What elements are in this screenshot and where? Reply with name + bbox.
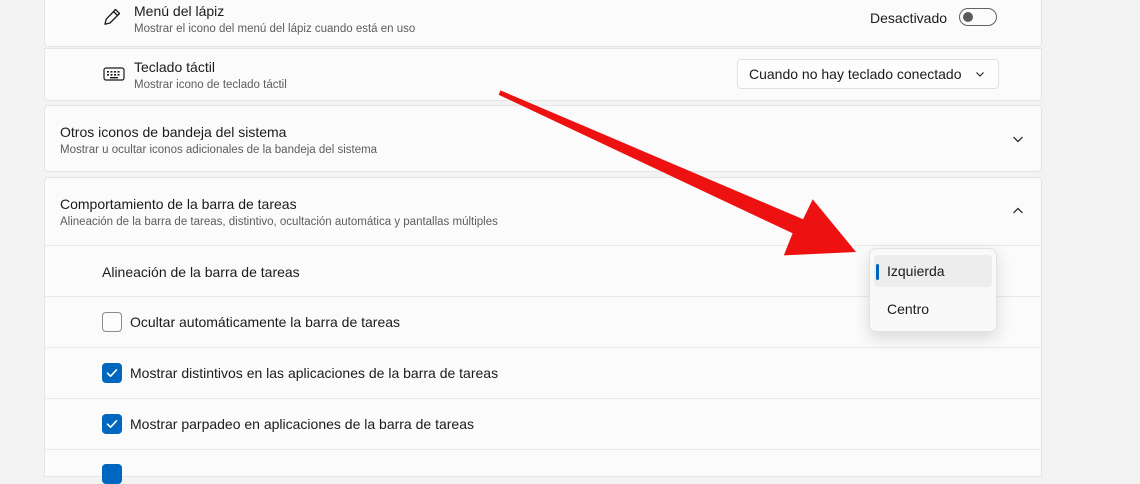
other-tray-icons-title: Otros iconos de bandeja del sistema (60, 124, 287, 140)
taskbar-behaviors-description: Alineación de la barra de tareas, distin… (60, 216, 498, 228)
toggle-knob (963, 12, 973, 22)
show-badges-checkbox[interactable] (102, 363, 122, 383)
auto-hide-checkbox[interactable] (102, 312, 122, 332)
pen-menu-description: Mostrar el icono del menú del lápiz cuan… (134, 23, 416, 35)
auto-hide-label: Ocultar automáticamente la barra de tare… (130, 314, 401, 330)
checkmark-icon (106, 420, 118, 428)
partial-checkbox[interactable] (102, 464, 122, 484)
pen-menu-title: Menú del lápiz (134, 3, 225, 19)
touch-keyboard-dropdown-value: Cuando no hay teclado conectado (749, 66, 962, 82)
touch-keyboard-description: Mostrar icono de teclado táctil (134, 79, 287, 91)
chevron-up-icon[interactable] (1011, 204, 1025, 218)
keyboard-icon (103, 63, 125, 85)
taskbar-alignment-label: Alineación de la barra de tareas (102, 264, 300, 280)
touch-keyboard-title: Teclado táctil (134, 59, 215, 75)
show-flashing-label: Mostrar parpadeo en aplicaciones de la b… (130, 416, 474, 432)
alignment-option-center-label: Centro (887, 301, 930, 317)
chevron-down-icon[interactable] (1011, 132, 1025, 146)
show-flashing-checkbox[interactable] (102, 414, 122, 434)
taskbar-behaviors-title: Comportamiento de la barra de tareas (60, 196, 297, 212)
alignment-option-left-label: Izquierda (887, 263, 945, 279)
chevron-down-icon (976, 72, 984, 77)
touch-keyboard-card: Teclado táctil Mostrar icono de teclado … (44, 48, 1042, 101)
alignment-option-left[interactable]: Izquierda (874, 255, 992, 287)
other-tray-icons-description: Mostrar u ocultar iconos adicionales de … (60, 144, 378, 156)
partial-row (45, 450, 1041, 484)
pen-menu-card: Menú del lápiz Mostrar el icono del menú… (44, 0, 1042, 47)
show-flashing-row[interactable]: Mostrar parpadeo en aplicaciones de la b… (45, 399, 1041, 449)
taskbar-behaviors-header[interactable]: Comportamiento de la barra de tareas Ali… (45, 178, 1041, 245)
show-badges-label: Mostrar distintivos en las aplicaciones … (130, 365, 499, 381)
selection-indicator (876, 264, 879, 280)
other-tray-icons-card[interactable]: Otros iconos de bandeja del sistema Most… (44, 105, 1042, 172)
show-badges-row[interactable]: Mostrar distintivos en las aplicaciones … (45, 348, 1041, 398)
pen-menu-toggle[interactable] (959, 8, 997, 26)
checkmark-icon (106, 369, 118, 377)
pen-menu-toggle-label: Desactivado (870, 10, 948, 26)
taskbar-alignment-flyout: Izquierda Centro (869, 248, 997, 332)
touch-keyboard-dropdown[interactable]: Cuando no hay teclado conectado (737, 59, 999, 89)
alignment-option-center[interactable]: Centro (874, 293, 992, 325)
pen-icon (101, 6, 123, 28)
